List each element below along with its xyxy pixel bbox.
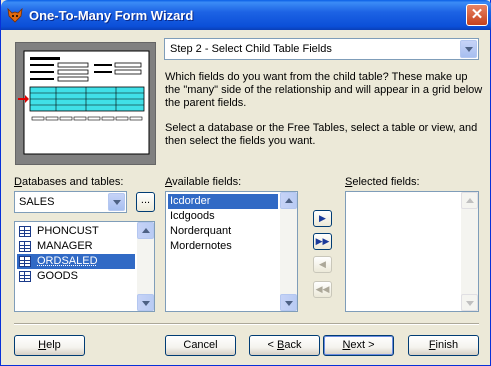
list-item[interactable]: MANAGER <box>17 239 135 254</box>
table-name: ORDSALED <box>37 255 98 267</box>
table-icon <box>19 271 31 282</box>
close-icon: ✕ <box>471 6 484 23</box>
selected-fields-list[interactable] <box>345 191 479 312</box>
selected-fields-label: Selected fields: <box>345 176 420 188</box>
browse-database-button[interactable]: ... <box>136 192 155 212</box>
double-arrow-left-icon: ◀◀ <box>316 284 330 294</box>
table-icon <box>19 256 31 267</box>
divider <box>14 323 479 325</box>
available-fields-label: Available fields: <box>165 176 241 188</box>
back-label: ack <box>284 339 301 351</box>
list-item-selected[interactable]: ORDSALED <box>17 254 135 269</box>
databases-label: Databases and tables: <box>14 176 123 188</box>
tables-scrollbar[interactable] <box>137 222 154 311</box>
back-arrow: < <box>268 339 277 351</box>
arrow-right-icon: ▶ <box>319 213 326 223</box>
tables-list[interactable]: PHONCUST MANAGER ORDSALED GOODS <box>14 221 155 312</box>
list-item[interactable]: Mordernotes <box>168 239 278 254</box>
finish-label: inish <box>436 339 459 351</box>
add-all-fields-button[interactable]: ▶▶ <box>313 233 332 250</box>
wizard-illustration <box>15 42 156 165</box>
available-fields-list[interactable]: Icdorder Icdgoods Norderquant Mordernote… <box>165 191 298 312</box>
finish-hotkey: F <box>429 339 436 351</box>
arrow-left-icon: ◀ <box>319 259 326 269</box>
window-title: One-To-Many Form Wizard <box>29 8 193 23</box>
step-dropdown-value: Step 2 - Select Child Table Fields <box>170 43 332 55</box>
remove-all-fields-button[interactable]: ◀◀ <box>313 281 332 298</box>
scroll-down-icon[interactable] <box>280 294 297 311</box>
databases-label-hotkey: D <box>14 176 22 188</box>
fox-icon <box>7 7 23 23</box>
form-preview-image <box>16 43 155 164</box>
close-button[interactable]: ✕ <box>466 4 488 26</box>
next-label: ext > <box>350 339 374 351</box>
list-item[interactable]: Norderquant <box>168 224 278 239</box>
back-button[interactable]: < Back <box>249 335 320 356</box>
scroll-down-icon[interactable] <box>137 294 154 311</box>
available-label-text: vailable fields: <box>172 176 241 188</box>
step-dropdown[interactable]: Step 2 - Select Child Table Fields <box>164 38 479 60</box>
table-name: GOODS <box>37 270 78 282</box>
description-paragraph-2: Select a database or the Free Tables, se… <box>165 122 485 148</box>
chevron-down-icon[interactable] <box>460 40 477 58</box>
table-name: PHONCUST <box>37 225 99 237</box>
chevron-down-icon[interactable] <box>108 193 125 211</box>
double-arrow-right-icon: ▶▶ <box>316 236 330 246</box>
list-item[interactable]: PHONCUST <box>17 224 135 239</box>
scroll-up-icon[interactable] <box>137 222 154 239</box>
selected-label-text: elected fields: <box>352 176 419 188</box>
table-name: MANAGER <box>37 240 93 252</box>
selected-fields-scrollbar[interactable] <box>461 192 478 311</box>
description-paragraph-1: Which fields do you want from the child … <box>165 71 485 110</box>
database-dropdown[interactable]: SALES <box>14 191 127 213</box>
list-item[interactable]: GOODS <box>17 269 135 284</box>
cancel-button[interactable]: Cancel <box>165 335 236 356</box>
table-icon <box>19 241 31 252</box>
scroll-up-icon[interactable] <box>461 192 478 209</box>
help-label: elp <box>46 339 61 351</box>
scroll-down-icon[interactable] <box>461 294 478 311</box>
available-fields-scrollbar[interactable] <box>280 192 297 311</box>
step-description: Which fields do you want from the child … <box>165 71 485 160</box>
next-button[interactable]: Next > <box>323 335 394 356</box>
scroll-up-icon[interactable] <box>280 192 297 209</box>
add-field-button[interactable]: ▶ <box>313 210 332 227</box>
list-item-selected[interactable]: Icdorder <box>168 194 278 209</box>
title-bar: One-To-Many Form Wizard ✕ <box>1 0 491 30</box>
remove-field-button[interactable]: ◀ <box>313 256 332 273</box>
table-icon <box>19 226 31 237</box>
databases-label-text: atabases and tables: <box>22 176 124 188</box>
help-hotkey: H <box>38 339 46 351</box>
finish-button[interactable]: Finish <box>408 335 479 356</box>
help-button[interactable]: Help <box>14 335 85 356</box>
wizard-window: One-To-Many Form Wizard ✕ Step 2 - Selec… <box>0 0 491 366</box>
database-dropdown-value: SALES <box>19 196 54 208</box>
list-item[interactable]: Icdgoods <box>168 209 278 224</box>
